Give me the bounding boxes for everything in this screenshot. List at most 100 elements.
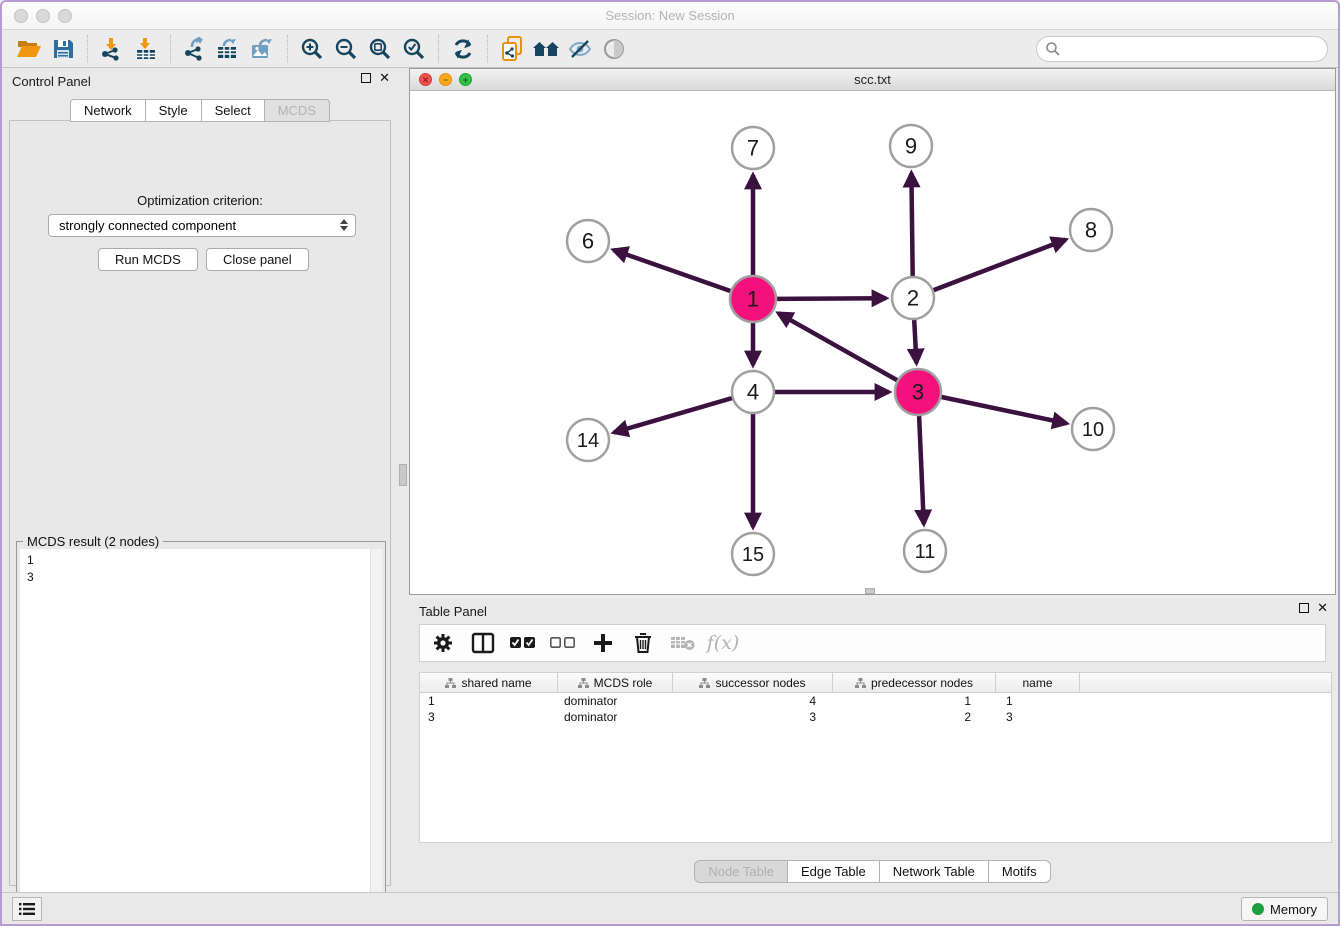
table-body: 1dominator4113dominator323 <box>420 693 1331 725</box>
export-image-icon[interactable] <box>246 34 280 64</box>
cell-name[interactable]: 3 <box>996 709 1080 725</box>
cell-shared-name[interactable]: 3 <box>420 709 558 725</box>
deselect-all-icon[interactable] <box>550 630 576 656</box>
scrollbar[interactable] <box>370 549 382 915</box>
column-header-label: shared name <box>461 676 531 690</box>
tab-select[interactable]: Select <box>202 99 265 122</box>
sort-icon[interactable] <box>699 678 710 688</box>
cell-predecessor-nodes[interactable]: 2 <box>833 709 996 725</box>
column-header-shared-name[interactable]: shared name <box>420 673 558 692</box>
tab-motifs[interactable]: Motifs <box>989 860 1051 883</box>
app-titlebar: Session: New Session <box>2 2 1338 30</box>
edge-2-3[interactable] <box>914 320 916 363</box>
criterion-dropdown[interactable]: strongly connected component <box>48 214 356 237</box>
add-column-icon[interactable] <box>590 630 616 656</box>
cell-successor-nodes[interactable]: 4 <box>673 693 833 709</box>
table-panel-title: Table Panel <box>419 604 487 619</box>
edge-2-8[interactable] <box>934 240 1066 291</box>
export-table-icon[interactable] <box>212 34 246 64</box>
close-panel-icon[interactable]: ✕ <box>379 73 390 83</box>
column-header-name[interactable]: name <box>996 673 1080 692</box>
float-panel-icon[interactable] <box>1299 603 1309 613</box>
close-panel-button[interactable]: Close panel <box>206 248 309 271</box>
toolbar-separator <box>87 35 88 63</box>
edge-3-11[interactable] <box>919 416 924 524</box>
close-panel-icon[interactable]: ✕ <box>1317 603 1328 613</box>
new-network-from-selection-icon[interactable] <box>495 34 529 64</box>
save-session-icon[interactable] <box>46 34 80 64</box>
mcds-result-list[interactable]: 13 <box>20 549 382 915</box>
zoom-fit-icon[interactable] <box>363 34 397 64</box>
export-network-icon[interactable] <box>178 34 212 64</box>
refresh-icon[interactable] <box>446 34 480 64</box>
graph-node-label-14: 14 <box>577 430 599 452</box>
graph-node-label-3: 3 <box>912 380 924 405</box>
edge-4-14[interactable] <box>614 398 732 432</box>
split-divider[interactable] <box>398 68 409 892</box>
search-input[interactable] <box>1065 39 1327 59</box>
canvas-grip[interactable] <box>865 588 875 594</box>
column-header-predecessor-nodes[interactable]: predecessor nodes <box>833 673 996 692</box>
table-row[interactable]: 3dominator323 <box>420 709 1331 725</box>
tab-edge-table[interactable]: Edge Table <box>788 860 880 883</box>
edge-3-1[interactable] <box>778 313 897 380</box>
tab-network[interactable]: Network <box>70 99 146 122</box>
status-bar: Memory <box>2 892 1338 926</box>
first-neighbors-icon[interactable] <box>529 34 563 64</box>
sort-icon[interactable] <box>445 678 456 688</box>
mcds-result-title: MCDS result (2 nodes) <box>23 534 163 549</box>
edge-1-6[interactable] <box>614 250 731 291</box>
optimization-criterion-label: Optimization criterion: <box>10 193 390 208</box>
import-table-icon[interactable] <box>129 34 163 64</box>
dropdown-stepper-icon <box>340 219 348 231</box>
hide-selected-icon[interactable] <box>563 34 597 64</box>
tab-mcds[interactable]: MCDS <box>265 99 330 122</box>
tab-network-table[interactable]: Network Table <box>880 860 989 883</box>
network-window-titlebar: ✕ − + scc.txt <box>410 69 1335 91</box>
memory-button[interactable]: Memory <box>1241 897 1328 921</box>
toolbar-separator <box>487 35 488 63</box>
cell-MCDS-role[interactable]: dominator <box>558 709 673 725</box>
divider-grip[interactable] <box>399 464 407 486</box>
column-header-MCDS-role[interactable]: MCDS role <box>558 673 673 692</box>
sort-icon[interactable] <box>855 678 866 688</box>
run-mcds-button[interactable]: Run MCDS <box>98 248 198 271</box>
toggle-panes-icon[interactable] <box>470 630 496 656</box>
select-all-icon[interactable] <box>510 630 536 656</box>
tab-style[interactable]: Style <box>146 99 202 122</box>
delete-columns-icon[interactable] <box>630 630 656 656</box>
graph-node-label-2: 2 <box>907 286 919 311</box>
network-canvas[interactable]: 7968124314101511 <box>410 91 1335 594</box>
cell-MCDS-role[interactable]: dominator <box>558 693 673 709</box>
cell-name[interactable]: 1 <box>996 693 1080 709</box>
zoom-selected-icon[interactable] <box>397 34 431 64</box>
cell-shared-name[interactable]: 1 <box>420 693 558 709</box>
tab-node-table[interactable]: Node Table <box>694 860 788 883</box>
mcds-result-box: MCDS result (2 nodes) 13 <box>16 541 386 919</box>
task-history-button[interactable] <box>12 897 42 921</box>
edge-2-9[interactable] <box>911 173 912 276</box>
cell-predecessor-nodes[interactable]: 1 <box>833 693 996 709</box>
edge-3-10[interactable] <box>942 397 1067 423</box>
zoom-in-icon[interactable] <box>295 34 329 64</box>
open-session-icon[interactable] <box>12 34 46 64</box>
graph-node-label-7: 7 <box>747 136 759 161</box>
edge-1-2[interactable] <box>777 298 886 299</box>
control-panel-title: Control Panel <box>12 74 91 89</box>
toolbar-separator <box>287 35 288 63</box>
import-network-icon[interactable] <box>95 34 129 64</box>
table-toolbar: f(x) <box>419 624 1326 662</box>
show-all-icon[interactable] <box>597 34 631 64</box>
float-panel-icon[interactable] <box>361 73 371 83</box>
graph-node-label-15: 15 <box>742 544 764 566</box>
zoom-out-icon[interactable] <box>329 34 363 64</box>
table-row[interactable]: 1dominator411 <box>420 693 1331 709</box>
main-toolbar <box>2 30 1338 68</box>
sort-icon[interactable] <box>578 678 589 688</box>
cell-successor-nodes[interactable]: 3 <box>673 709 833 725</box>
column-header-successor-nodes[interactable]: successor nodes <box>673 673 833 692</box>
table-settings-icon[interactable] <box>430 630 456 656</box>
graph-node-label-6: 6 <box>582 229 594 254</box>
mcds-result-line: 1 <box>27 552 382 569</box>
toolbar-separator <box>170 35 171 63</box>
